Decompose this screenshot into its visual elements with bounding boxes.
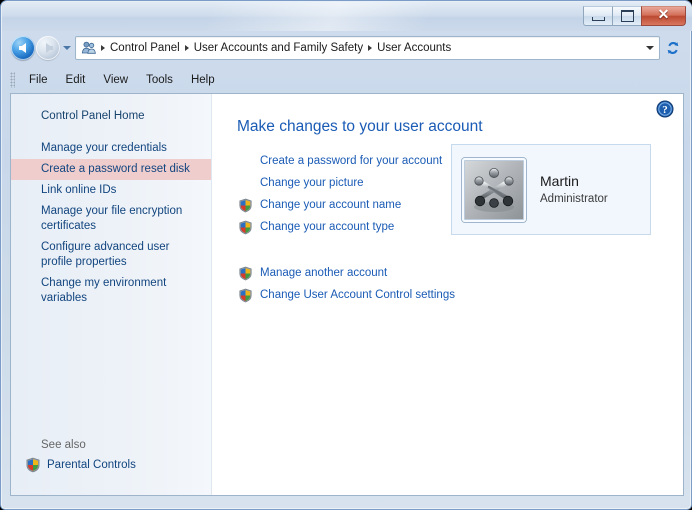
sidebar-item-manage-your-credentials[interactable]: Manage your credentials xyxy=(11,138,211,159)
maximize-button[interactable] xyxy=(612,6,641,26)
help-icon: ? xyxy=(656,100,674,118)
sidebar-item-parental-controls[interactable]: Parental Controls xyxy=(11,457,211,473)
task-manage-another-account[interactable]: Manage another account xyxy=(237,262,537,284)
menu-item-edit[interactable]: Edit xyxy=(57,72,95,88)
navigation-bar: Control Panel User Accounts and Family S… xyxy=(9,34,685,62)
primary-task-links: Create a password for your account Chang… xyxy=(237,150,477,238)
menu-item-tools[interactable]: Tools xyxy=(137,72,182,88)
menu-item-view[interactable]: View xyxy=(94,72,137,88)
window-controls: ✕ xyxy=(583,6,686,28)
task-change-user-account-control-settings[interactable]: Change User Account Control settings xyxy=(237,284,537,306)
close-button[interactable]: ✕ xyxy=(641,6,686,26)
task-change-your-picture[interactable]: Change your picture xyxy=(237,172,477,194)
arrow-left-icon xyxy=(18,43,26,53)
breadcrumb-item-user-accounts-and-family-safety[interactable]: User Accounts and Family Safety xyxy=(191,41,366,55)
help-button[interactable]: ? xyxy=(656,100,674,118)
forward-button[interactable] xyxy=(36,36,60,60)
sidebar-item-link-online-ids[interactable]: Link online IDs xyxy=(11,180,211,201)
breadcrumb-separator-icon xyxy=(368,45,373,51)
task-label: Create a password for your account xyxy=(260,155,443,167)
sidebar-item-change-my-environment-variables[interactable]: Change my environment variables xyxy=(11,273,211,309)
breadcrumb-item-control-panel[interactable]: Control Panel xyxy=(107,41,183,55)
arrow-right-icon xyxy=(45,43,53,53)
menu-item-help[interactable]: Help xyxy=(182,72,224,88)
sidebar-item-configure-advanced-user-profile-properties[interactable]: Configure advanced user profile properti… xyxy=(11,237,211,273)
breadcrumb: Control Panel User Accounts and Family S… xyxy=(76,40,641,56)
secondary-task-links: Manage another account Change User Accou… xyxy=(237,262,537,306)
breadcrumb-separator-icon xyxy=(184,45,189,51)
menu-item-file[interactable]: File xyxy=(20,72,57,88)
refresh-button[interactable] xyxy=(661,36,685,60)
task-label: Change your picture xyxy=(260,177,364,189)
avatar[interactable] xyxy=(462,157,526,222)
sidebar: Control Panel Home Manage your credentia… xyxy=(11,94,212,495)
control-panel-window: ✕ Control Panel User Accounts and Family… xyxy=(0,0,692,510)
maximize-icon xyxy=(620,10,634,22)
refresh-icon xyxy=(667,41,679,55)
see-also-label: See also xyxy=(41,439,86,451)
minimize-button[interactable] xyxy=(583,6,612,26)
shield-icon xyxy=(237,220,254,235)
address-history-dropdown[interactable] xyxy=(641,38,659,58)
user-role: Administrator xyxy=(540,193,608,206)
avatar-image xyxy=(465,160,523,219)
address-bar[interactable]: Control Panel User Accounts and Family S… xyxy=(75,36,660,60)
title-bar: ✕ xyxy=(2,2,692,31)
shield-icon xyxy=(237,288,254,303)
recent-pages-dropdown[interactable] xyxy=(60,36,73,60)
content-pane: Control Panel Home Manage your credentia… xyxy=(10,93,684,496)
shield-icon xyxy=(25,457,41,473)
main-content: ? Make changes to your user account Crea… xyxy=(212,94,683,495)
shield-icon xyxy=(237,198,254,213)
task-label: Change User Account Control settings xyxy=(260,289,455,301)
task-label: Manage another account xyxy=(260,267,388,279)
task-label: Change your account name xyxy=(260,199,402,211)
task-change-your-account-type[interactable]: Change your account type xyxy=(237,216,477,238)
task-change-your-account-name[interactable]: Change your account name xyxy=(237,194,477,216)
chevron-down-icon xyxy=(646,46,654,50)
menu-gripper-handle[interactable] xyxy=(10,72,15,88)
user-name: Martin xyxy=(540,172,579,189)
sidebar-item-create-a-password-reset-disk[interactable]: Create a password reset disk xyxy=(11,159,211,180)
parental-controls-label: Parental Controls xyxy=(47,459,136,471)
user-account-tile: Martin Administrator xyxy=(451,144,651,235)
sidebar-item-control-panel-home[interactable]: Control Panel Home xyxy=(11,106,211,127)
breadcrumb-item-user-accounts[interactable]: User Accounts xyxy=(374,41,454,55)
svg-text:?: ? xyxy=(662,104,668,116)
page-title: Make changes to your user account xyxy=(237,118,483,135)
user-info: Martin Administrator xyxy=(540,173,608,207)
shield-icon xyxy=(237,266,254,281)
sidebar-item-manage-your-file-encryption-certificates[interactable]: Manage your file encryption certificates xyxy=(11,201,211,237)
user-accounts-icon xyxy=(81,40,97,56)
back-button[interactable] xyxy=(11,36,35,60)
minimize-icon xyxy=(591,17,605,21)
chevron-down-icon xyxy=(62,46,71,50)
see-also-section: See also Parental Controls xyxy=(11,439,211,473)
sidebar-links: Control Panel Home Manage your credentia… xyxy=(11,106,211,309)
task-create-a-password-for-your-account[interactable]: Create a password for your account xyxy=(237,150,477,172)
close-icon: ✕ xyxy=(657,8,670,23)
task-label: Change your account type xyxy=(260,221,395,233)
breadcrumb-separator-icon xyxy=(101,45,105,51)
menu-bar: File Edit View Tools Help xyxy=(10,69,684,91)
